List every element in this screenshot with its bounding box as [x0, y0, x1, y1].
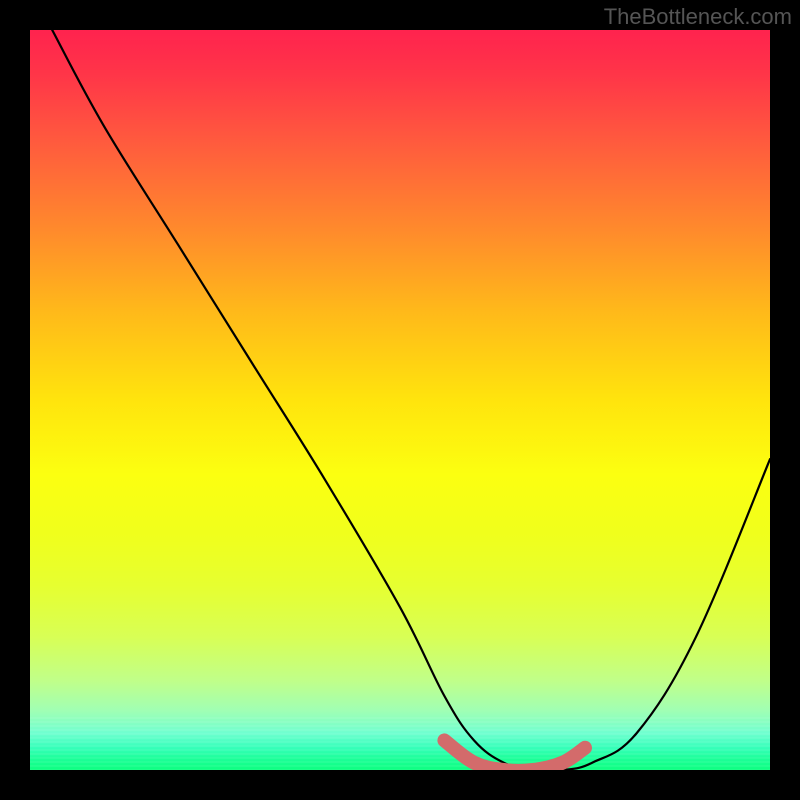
- bottleneck-curve: [52, 30, 770, 770]
- optimal-range-highlight: [444, 740, 585, 770]
- chart-plot-area: [30, 30, 770, 770]
- watermark-text: TheBottleneck.com: [604, 4, 792, 30]
- chart-svg: [30, 30, 770, 770]
